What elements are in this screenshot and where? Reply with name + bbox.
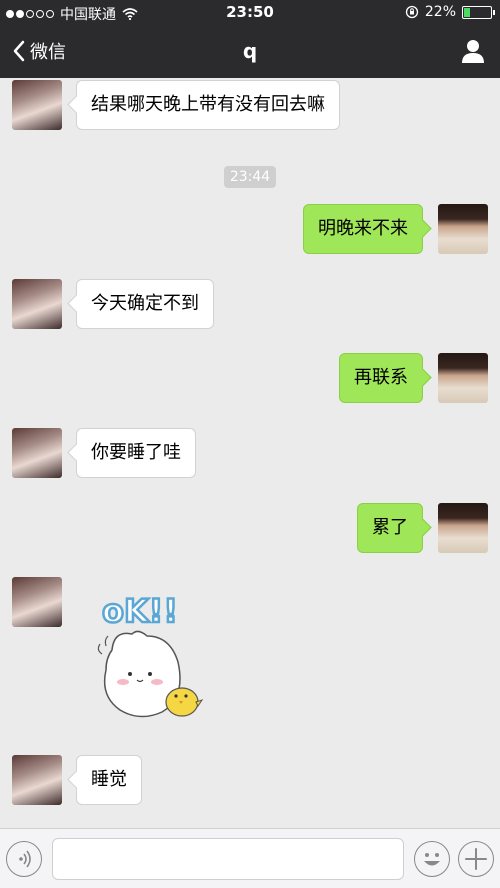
message-input[interactable] xyxy=(52,838,404,880)
add-button[interactable] xyxy=(458,841,494,877)
input-bar xyxy=(0,828,500,888)
message-bubble-outgoing[interactable]: 明晚来不来 xyxy=(303,204,423,254)
battery-fill xyxy=(464,7,470,17)
contact-avatar[interactable] xyxy=(12,80,62,130)
status-right: 22% xyxy=(405,4,495,20)
battery-icon xyxy=(462,5,495,19)
my-avatar[interactable] xyxy=(438,503,488,553)
timestamp-chip: 23:44 xyxy=(224,166,276,188)
voice-icon xyxy=(19,850,31,868)
ok-bunny-sticker-icon: oK!! xyxy=(97,591,204,718)
battery-percent: 22% xyxy=(424,4,456,20)
nav-bar: 微信 q xyxy=(0,26,500,78)
sticker-text: oK!! xyxy=(102,592,178,630)
message-bubble-incoming[interactable]: 今天确定不到 xyxy=(76,279,214,329)
contact-avatar[interactable] xyxy=(12,577,62,627)
smiley-icon xyxy=(424,853,440,866)
contact-avatar[interactable] xyxy=(12,279,62,329)
orientation-lock-icon xyxy=(405,5,419,19)
chat-info-button[interactable] xyxy=(460,38,486,64)
message-bubble-incoming[interactable]: 结果哪天晚上带有没有回去嘛 xyxy=(76,80,340,130)
message-bubble-outgoing[interactable]: 累了 xyxy=(357,503,423,553)
my-avatar[interactable] xyxy=(438,353,488,403)
person-icon xyxy=(462,40,484,63)
sticker-message[interactable]: oK!! xyxy=(92,590,212,730)
status-bar: 中国联通 23:50 22% xyxy=(0,0,500,26)
message-bubble-incoming[interactable]: 你要睡了哇 xyxy=(76,428,196,478)
contact-avatar[interactable] xyxy=(12,428,62,478)
chat-title: q xyxy=(242,39,258,63)
message-bubble-outgoing[interactable]: 再联系 xyxy=(339,353,423,403)
voice-button[interactable] xyxy=(6,841,42,877)
emoji-button[interactable] xyxy=(414,841,450,877)
my-avatar[interactable] xyxy=(438,204,488,254)
plus-icon xyxy=(465,848,487,870)
top-bar: 中国联通 23:50 22% 微信 q xyxy=(0,0,500,78)
message-bubble-incoming[interactable]: 睡觉 xyxy=(76,755,142,805)
contact-avatar[interactable] xyxy=(12,755,62,805)
